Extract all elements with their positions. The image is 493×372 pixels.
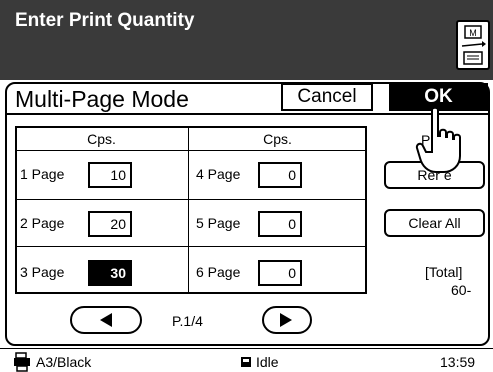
row-label-page-4: 4 Page [196,166,241,182]
machine-status: Idle [256,354,279,370]
machine-status-icon [241,357,251,367]
memory-mode-button[interactable]: M [456,20,490,70]
screen-title: Enter Print Quantity [15,10,195,31]
previous-page-button[interactable] [70,306,142,334]
quantity-field-page-5[interactable]: 0 [258,211,302,237]
quantity-field-page-6[interactable]: 0 [258,260,302,286]
title-bar: Enter Print Quantity M [0,0,493,80]
page-indicator: P.1/4 [172,313,203,329]
arrow-right-icon [280,313,292,327]
quantity-field-page-3[interactable]: 30 [88,260,132,286]
panel-title: Multi-Page Mode [15,86,189,112]
row-divider [15,246,367,247]
column-header-left: Cps. [87,131,116,147]
quantity-field-page-1[interactable]: 10 [88,162,132,188]
row-label-page-2: 2 Page [20,215,65,231]
printer-icon [14,352,30,372]
paper-status: A3/Black [36,354,92,370]
hand-pointer-icon [415,106,461,173]
total-value: 60- [451,282,472,298]
total-label: [Total] [425,264,463,280]
clear-all-button[interactable]: Clear All [384,209,485,237]
quantity-field-page-4[interactable]: 0 [258,162,302,188]
row-divider [15,150,367,151]
next-page-button[interactable] [262,306,312,334]
row-divider [15,199,367,200]
row-label-page-6: 6 Page [196,264,241,280]
row-label-page-1: 1 Page [20,166,65,182]
quantity-field-page-2[interactable]: 20 [88,211,132,237]
arrow-left-icon [100,313,112,327]
memory-icon: M [461,25,486,65]
row-label-page-5: 5 Page [196,215,241,231]
column-header-right: Cps. [263,131,292,147]
row-label-page-3: 3 Page [20,264,65,280]
quantity-table [15,126,367,294]
svg-text:M: M [469,28,477,38]
column-divider [188,126,189,294]
cancel-button[interactable]: Cancel [281,83,373,111]
status-bar-divider [0,348,493,349]
clock: 13:59 [440,354,476,370]
